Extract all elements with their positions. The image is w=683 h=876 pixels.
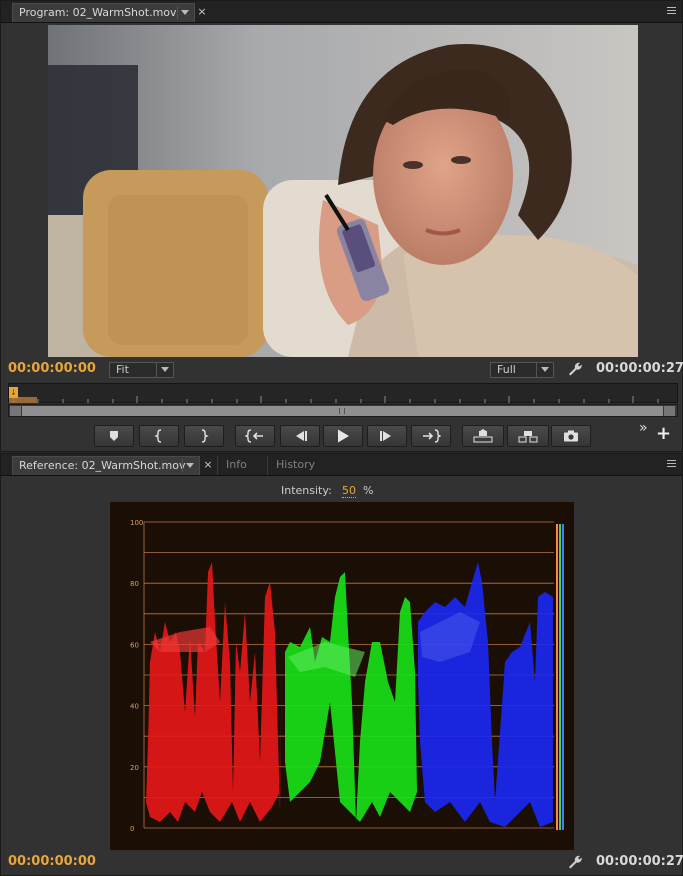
chevron-down-icon bbox=[156, 363, 173, 377]
zoom-dropdown-value: Fit bbox=[116, 363, 129, 376]
tab-info[interactable]: Info bbox=[217, 456, 265, 475]
lift-button[interactable] bbox=[462, 425, 504, 447]
mark-in-button[interactable] bbox=[139, 425, 179, 447]
reference-tab[interactable]: Reference: 02_WarmShot.mov bbox=[12, 456, 200, 475]
zoom-dropdown[interactable]: Fit bbox=[109, 362, 174, 378]
program-tab[interactable]: Program: 02_WarmShot.mov bbox=[12, 3, 195, 22]
wrench-icon[interactable] bbox=[567, 854, 583, 870]
scrollbar-handle-right[interactable] bbox=[664, 406, 675, 416]
mark-out-button[interactable] bbox=[184, 425, 224, 447]
mark-out-icon bbox=[201, 429, 209, 443]
scope-tick-label: 100 bbox=[130, 519, 143, 527]
playhead-marker[interactable]: ↓ bbox=[9, 387, 18, 398]
wrench-icon[interactable] bbox=[567, 361, 583, 377]
play-button[interactable] bbox=[323, 425, 363, 447]
more-controls-icon[interactable]: » bbox=[639, 420, 648, 436]
chevron-down-icon bbox=[536, 363, 553, 377]
add-marker-button[interactable] bbox=[94, 425, 134, 447]
chevron-down-icon[interactable] bbox=[177, 6, 191, 19]
scrollbar-grip bbox=[339, 408, 345, 414]
go-to-out-button[interactable] bbox=[411, 425, 451, 447]
step-back-button[interactable] bbox=[280, 425, 320, 447]
red-channel-trace bbox=[146, 562, 282, 822]
time-ruler[interactable]: ↓ bbox=[8, 383, 678, 403]
close-icon[interactable]: × bbox=[202, 458, 214, 472]
reference-current-timecode[interactable]: 00:00:00:00 bbox=[8, 854, 96, 869]
scope-tick-label: 0 bbox=[130, 825, 134, 833]
panel-menu-icon[interactable] bbox=[660, 460, 676, 470]
scope-legend-bar-blue bbox=[562, 524, 564, 830]
intensity-value[interactable]: 50 bbox=[342, 484, 356, 498]
scope-tick-label: 80 bbox=[130, 580, 139, 588]
lift-icon bbox=[473, 429, 493, 443]
current-timecode[interactable]: 00:00:00:00 bbox=[8, 361, 96, 376]
extract-icon bbox=[518, 431, 538, 443]
program-tab-bar: Program: 02_WarmShot.mov × bbox=[1, 1, 682, 23]
quality-dropdown[interactable]: Full bbox=[490, 362, 554, 378]
export-frame-button[interactable] bbox=[551, 425, 591, 447]
step-forward-icon bbox=[380, 431, 391, 441]
program-tab-title: Program: 02_WarmShot.mov bbox=[19, 6, 177, 19]
step-forward-button[interactable] bbox=[367, 425, 407, 447]
scope-tick-label: 60 bbox=[130, 641, 139, 649]
scrollbar-handle-left[interactable] bbox=[10, 406, 21, 416]
tab-history[interactable]: History bbox=[267, 456, 327, 475]
panel-menu-icon[interactable] bbox=[660, 7, 676, 17]
play-icon bbox=[338, 429, 349, 443]
video-image bbox=[48, 25, 638, 357]
intensity-label: Intensity: bbox=[281, 484, 332, 497]
close-icon[interactable]: × bbox=[196, 5, 208, 19]
ruler-ticks bbox=[9, 396, 659, 403]
step-back-icon bbox=[296, 431, 307, 441]
reference-tab-bar: Reference: 02_WarmShot.mov × Info Histor… bbox=[1, 454, 682, 476]
scope-legend-bar-red bbox=[556, 524, 558, 830]
intensity-unit: % bbox=[363, 484, 374, 497]
scope-tick-label: 40 bbox=[130, 703, 139, 711]
quality-dropdown-value: Full bbox=[497, 363, 516, 376]
program-monitor-panel: Program: 02_WarmShot.mov × 00:00:00:00 F… bbox=[0, 0, 683, 452]
camera-icon bbox=[564, 430, 578, 442]
mark-in-icon bbox=[154, 429, 162, 443]
reference-tab-title: Reference: 02_WarmShot.mov bbox=[19, 459, 186, 472]
go-to-in-icon bbox=[245, 429, 263, 443]
zoom-scrollbar[interactable] bbox=[8, 404, 678, 417]
chevron-down-icon[interactable] bbox=[182, 459, 196, 472]
button-editor-icon[interactable]: + bbox=[656, 425, 671, 443]
go-to-out-icon bbox=[423, 429, 441, 443]
reference-duration-timecode: 00:00:00:27 bbox=[596, 854, 683, 869]
rgb-parade-graph: 100 80 60 40 20 0 bbox=[130, 519, 564, 833]
green-channel-trace bbox=[285, 572, 417, 822]
video-frame bbox=[48, 25, 638, 357]
duration-timecode: 00:00:00:27 bbox=[596, 361, 683, 376]
go-to-in-button[interactable] bbox=[235, 425, 275, 447]
red-channel-detail bbox=[150, 627, 220, 652]
scope-tick-label: 20 bbox=[130, 764, 139, 772]
blue-channel-trace bbox=[418, 562, 553, 827]
scope-legend-bar-green bbox=[559, 524, 561, 830]
marker-icon bbox=[110, 431, 118, 441]
rgb-parade-scope: 100 80 60 40 20 0 bbox=[110, 502, 574, 850]
extract-button[interactable] bbox=[507, 425, 549, 447]
